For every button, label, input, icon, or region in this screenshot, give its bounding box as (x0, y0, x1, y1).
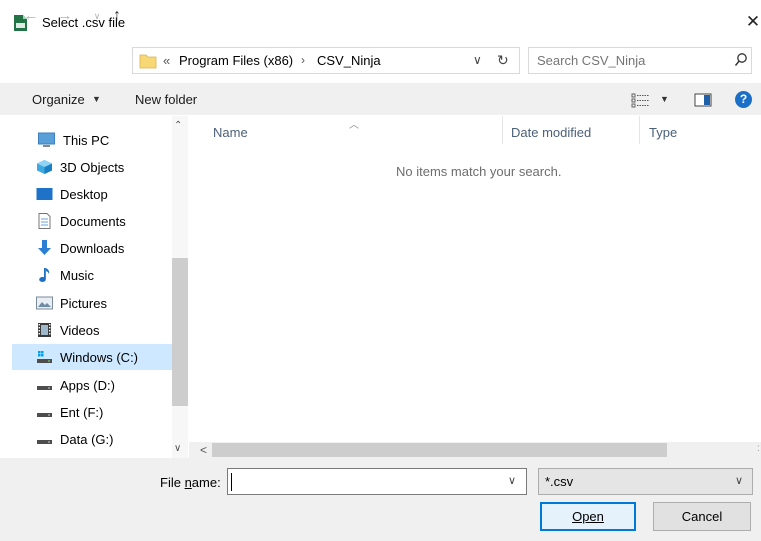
preview-pane-icon[interactable] (694, 92, 712, 108)
close-button[interactable]: ✕ (744, 11, 761, 33)
nav-label: This PC (63, 133, 110, 148)
new-folder-button[interactable]: New folder (135, 92, 197, 107)
picture-icon (36, 296, 53, 310)
recent-locations-button[interactable]: ∨ (86, 5, 108, 27)
nav-item-downloads[interactable]: Downloads (12, 235, 172, 261)
nav-item-documents[interactable]: Documents (12, 208, 172, 234)
nav-item-data-g[interactable]: Data (G:) (12, 426, 172, 452)
breadcrumb-csv-ninja[interactable]: CSV_Ninja (317, 53, 381, 68)
change-view-icon[interactable] (631, 92, 651, 108)
nav-item-3d-objects[interactable]: 3D Objects (12, 154, 172, 180)
up-button[interactable]: ↑ (106, 5, 128, 27)
command-bar: Organize ▼ New folder ▼ ? (0, 83, 761, 115)
cube-icon (37, 160, 52, 174)
navigation-pane: This PC 3D Objects Desktop Documents Dow… (0, 116, 188, 458)
nav-label: Downloads (60, 241, 125, 256)
nav-label: Videos (60, 323, 100, 338)
help-icon[interactable]: ? (735, 91, 752, 108)
file-type-value: *.csv (545, 474, 574, 489)
nav-scrollbar-thumb[interactable] (172, 258, 188, 406)
drive-icon (37, 413, 52, 417)
document-icon (38, 213, 51, 229)
nav-item-windows-c[interactable]: Windows (C:) (12, 344, 172, 370)
file-name-input[interactable] (231, 473, 491, 491)
file-name-label-accel: n (184, 475, 192, 490)
nav-item-this-pc[interactable]: This PC (12, 124, 172, 150)
drive-icon (37, 386, 52, 390)
cancel-button[interactable]: Cancel (653, 502, 751, 531)
desktop-icon (36, 188, 53, 200)
nav-label: Pictures (60, 296, 107, 311)
search-input[interactable] (537, 53, 717, 68)
nav-scroll-up-icon[interactable]: ⌃ (174, 120, 182, 131)
back-button[interactable]: ← (20, 5, 42, 27)
nav-label: Windows (C:) (60, 350, 139, 365)
file-type-dropdown-icon[interactable]: ∨ (735, 474, 743, 487)
nav-label: Documents (60, 214, 126, 229)
search-icon[interactable] (734, 52, 748, 68)
scroll-left-icon[interactable]: < (200, 443, 207, 457)
nav-item-videos[interactable]: Videos (12, 317, 172, 343)
column-header-row: Name ︿ Date modified Type (189, 116, 761, 144)
nav-label: Ent (F:) (60, 405, 104, 420)
scroll-right-icon[interactable]: : (757, 443, 760, 454)
windows-drive-icon (37, 351, 52, 363)
empty-list-message: No items match your search. (396, 164, 562, 179)
refresh-icon[interactable]: ↻ (497, 52, 509, 69)
column-divider[interactable] (639, 116, 640, 144)
film-icon (38, 323, 51, 337)
nav-label: Apps (D:) (60, 378, 115, 393)
organize-button[interactable]: Organize (32, 92, 85, 107)
forward-button[interactable]: → (54, 5, 76, 27)
file-name-label-pre: File (160, 475, 185, 490)
nav-label: Desktop (60, 187, 108, 202)
organize-caret-icon[interactable]: ▼ (92, 94, 101, 104)
address-bar[interactable]: « Program Files (x86) › CSV_Ninja ∨ ↻ (132, 47, 520, 74)
nav-item-ent-f[interactable]: Ent (F:) (12, 399, 172, 425)
folder-icon (139, 54, 157, 69)
address-dropdown-icon[interactable]: ∨ (473, 53, 482, 67)
column-header-type[interactable]: Type (649, 125, 677, 140)
sort-ascending-icon: ︿ (349, 120, 359, 131)
nav-scroll-down-icon[interactable]: ∨ (174, 443, 181, 454)
column-divider[interactable] (502, 116, 503, 144)
file-name-dropdown-icon[interactable]: ∨ (508, 474, 516, 487)
breadcrumb-program-files[interactable]: Program Files (x86) (179, 53, 293, 68)
file-type-select[interactable]: *.csv ∨ (538, 468, 753, 495)
computer-icon (38, 132, 55, 147)
search-box[interactable] (528, 47, 752, 74)
download-arrow-icon (38, 240, 51, 255)
open-button[interactable]: Open (540, 502, 636, 531)
file-name-label-post: ame: (191, 475, 221, 490)
file-name-combo[interactable]: ∨ (227, 468, 527, 495)
nav-item-pictures[interactable]: Pictures (12, 290, 172, 316)
nav-item-desktop[interactable]: Desktop (12, 181, 172, 207)
horizontal-scrollbar-thumb[interactable] (212, 443, 667, 457)
nav-label: 3D Objects (60, 160, 125, 175)
column-header-name[interactable]: Name (213, 125, 248, 140)
nav-label: Music (60, 268, 94, 283)
music-note-icon (39, 268, 50, 282)
nav-item-apps-d[interactable]: Apps (D:) (12, 372, 172, 398)
nav-item-music[interactable]: Music (12, 262, 172, 288)
breadcrumb-separator[interactable]: › (301, 53, 305, 67)
column-header-date-modified[interactable]: Date modified (511, 125, 591, 140)
view-caret-icon[interactable]: ▼ (660, 94, 669, 104)
drive-icon (37, 440, 52, 444)
nav-label: Data (G:) (60, 432, 114, 447)
breadcrumb-overflow[interactable]: « (163, 53, 170, 68)
open-button-label: Open (572, 509, 604, 524)
file-name-label: File name: (160, 475, 221, 490)
